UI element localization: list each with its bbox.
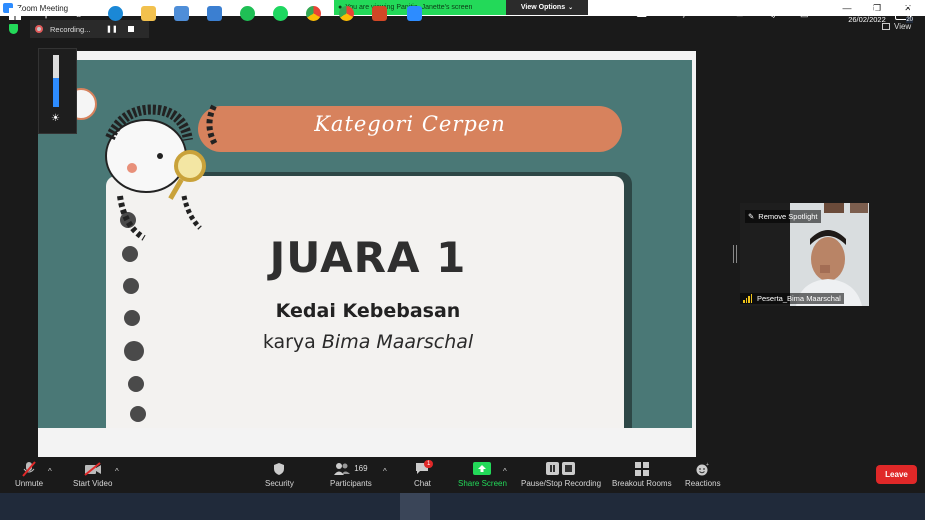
connection-strength-icon (743, 294, 753, 303)
stop-recording-icon[interactable] (127, 26, 134, 32)
view-label: View (894, 22, 912, 31)
author-prefix: karya (262, 331, 316, 353)
participants-count: 169 (354, 464, 368, 473)
notification-count: 20 (906, 17, 913, 23)
volume-icon[interactable]: ◁) (766, 0, 776, 27)
author-line: karya Bima Maarschal (178, 331, 558, 353)
notification-center-icon[interactable]: 20 (895, 6, 913, 23)
breakout-rooms-label: Breakout Rooms (612, 479, 672, 488)
file-explorer-icon[interactable] (141, 6, 156, 21)
video-options-chevron-icon[interactable]: ^ (115, 463, 119, 480)
remove-spotlight-button[interactable]: ✎ Remove Spotlight (745, 210, 821, 223)
panel-resize-handle[interactable] (733, 245, 737, 263)
volume-popup: ☀ (38, 48, 77, 134)
notebook-hole (123, 278, 139, 294)
participant-name: Peserta_Bima Maarschal (757, 294, 841, 303)
zoom-window: Zoom Meeting — ❐ ✕ ● You are viewing Pan… (0, 0, 925, 520)
notebook-hole (124, 341, 144, 361)
chat-button[interactable]: Chat 1 (414, 460, 434, 488)
participants-label: Participants (330, 479, 372, 488)
shared-screen: Kategori Cerpen JUARA 1 Kedai Kebebasan … (38, 51, 696, 457)
start-video-button[interactable]: Start Video (73, 460, 112, 488)
remove-spotlight-label: Remove Spotlight (758, 212, 818, 221)
security-label: Security (265, 479, 294, 488)
windows-logo-icon (9, 7, 21, 20)
reactions-button[interactable]: + Reactions (685, 460, 721, 489)
chevron-down-icon: ⌄ (568, 5, 574, 11)
start-button[interactable] (9, 0, 21, 27)
volume-level (53, 78, 59, 107)
chat-badge: 1 (424, 460, 434, 468)
weather-widget[interactable]: ☁ 30°C Hujan (636, 0, 694, 27)
unmute-label: Unmute (15, 479, 44, 488)
brightness-icon: ☀ (51, 113, 60, 124)
winner-heading: JUARA 1 (269, 233, 467, 282)
notebook-hole (124, 310, 140, 326)
spotify-icon[interactable] (273, 6, 288, 21)
share-screen-label: Share Screen (458, 479, 507, 488)
view-options-label: View Options (520, 4, 566, 11)
battery-icon[interactable]: ▭ (751, 0, 760, 27)
notebook-hole (130, 406, 146, 422)
volume-slider[interactable] (53, 55, 59, 107)
tray-chevron-up-icon[interactable]: ^ (718, 0, 722, 27)
chrome-icon[interactable] (306, 6, 321, 21)
weather-text: Hujan (672, 9, 694, 18)
zoom-taskbar-icon[interactable] (407, 6, 422, 21)
pause-stop-recording-button[interactable]: Pause/Stop Recording (521, 460, 601, 488)
share-options-chevron-icon[interactable]: ^ (503, 463, 507, 480)
category-title: Kategori Cerpen (314, 112, 506, 136)
author-name: Bima Maarschal (321, 331, 474, 353)
office-icon[interactable] (372, 6, 387, 21)
keyboard-icon[interactable]: ▤ (800, 0, 809, 27)
unmute-button[interactable]: Unmute (15, 460, 43, 488)
language-indicator[interactable]: ENG (820, 0, 836, 27)
windows-taskbar (0, 493, 925, 520)
view-options-button[interactable]: View Options ⌄ (506, 0, 588, 15)
mail-icon[interactable] (207, 6, 222, 21)
participants-icon: 169 (334, 460, 368, 477)
microphone-muted-icon (22, 460, 36, 477)
shield-icon (273, 460, 285, 477)
security-button[interactable]: Security (265, 460, 294, 488)
line-app-icon[interactable] (240, 6, 255, 21)
weather-temp: 30°C (651, 9, 669, 18)
chrome-profile-icon[interactable] (339, 6, 354, 21)
breakout-rooms-icon (634, 460, 649, 477)
svg-text:+: + (706, 462, 709, 468)
breakout-rooms-button[interactable]: Breakout Rooms (612, 460, 672, 488)
clock-time: 14:20 (857, 4, 877, 13)
active-app-highlight (400, 493, 430, 520)
share-screen-icon (473, 460, 492, 477)
pause-stop-recording-label: Pause/Stop Recording (521, 479, 602, 488)
task-view-icon[interactable]: ○ (75, 0, 82, 27)
edge-browser-icon[interactable] (108, 6, 123, 21)
pin-icon: ✎ (748, 212, 755, 221)
participant-name-tag: Peserta_Bima Maarschal (740, 293, 844, 304)
reactions-icon: + (696, 460, 710, 477)
search-icon[interactable]: ⚲ (42, 0, 50, 27)
clock-date: 26/02/2022 (848, 15, 886, 24)
meeting-toolbar: Unmute ^ Start Video ^ Security 169 Part… (0, 457, 925, 493)
wifi-icon[interactable]: ≋ (784, 0, 792, 27)
store-icon[interactable] (174, 6, 189, 21)
participants-options-chevron-icon[interactable]: ^ (383, 463, 387, 480)
pause-recording-icon[interactable]: ❚❚ (106, 25, 118, 33)
participants-button[interactable]: 169 Participants (330, 460, 372, 488)
start-video-label: Start Video (73, 479, 113, 488)
reactions-label: Reactions (685, 479, 721, 488)
chat-label: Chat (414, 479, 431, 488)
weather-cloud-icon: ☁ (636, 8, 647, 20)
share-screen-button[interactable]: Share Screen (458, 460, 507, 488)
slide: Kategori Cerpen JUARA 1 Kedai Kebebasan … (38, 60, 692, 428)
pause-stop-icon (545, 460, 577, 477)
taskbar-clock[interactable]: 14:20 26/02/2022 (843, 3, 891, 25)
network-icon[interactable]: ⊞ (736, 0, 744, 27)
work-title: Kedai Kebebasan (275, 300, 461, 322)
leave-button[interactable]: Leave (876, 465, 917, 484)
audio-options-chevron-icon[interactable]: ^ (48, 463, 52, 480)
video-off-icon (84, 460, 102, 477)
notebook-hole (128, 376, 144, 392)
